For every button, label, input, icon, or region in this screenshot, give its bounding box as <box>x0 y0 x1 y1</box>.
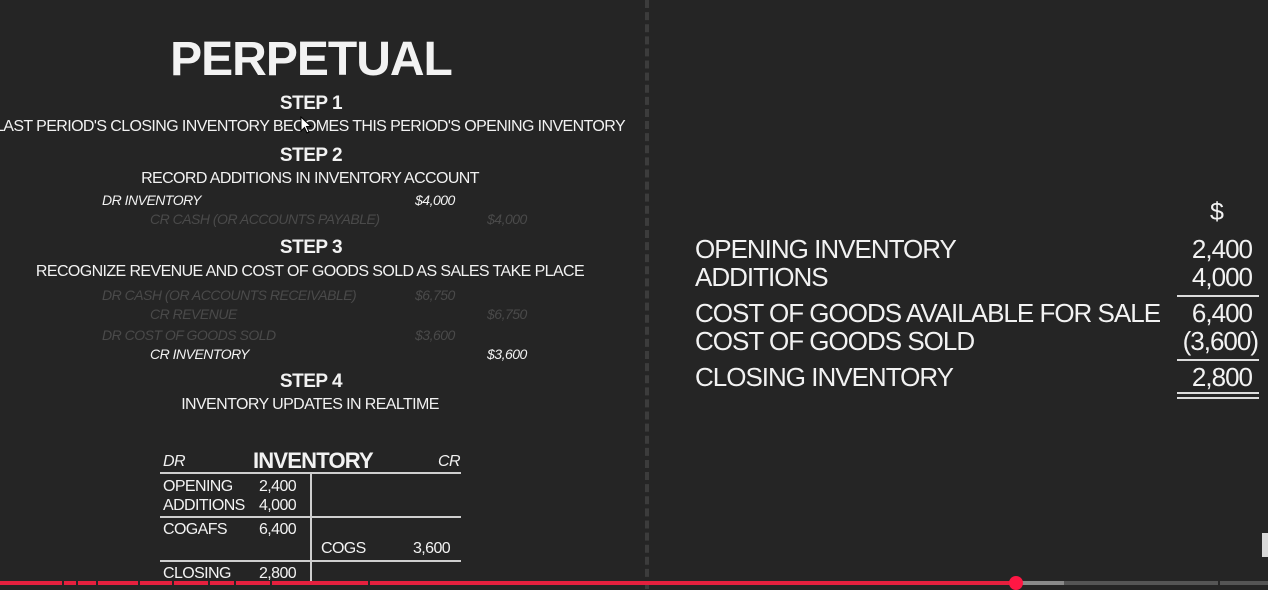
subtotal-rule <box>1177 295 1259 297</box>
t-account-dr: DR <box>163 453 186 470</box>
row-cogafs-label: COST OF GOODS AVAILABLE FOR SALE <box>695 298 1161 328</box>
t-account-opening-label: OPENING <box>163 478 233 495</box>
chapter-marker <box>96 581 98 585</box>
step3-heading: STEP 3 <box>279 237 343 258</box>
step2-heading: STEP 2 <box>279 145 343 166</box>
step1-description: LAST PERIOD'S CLOSING INVENTORY BECOMES … <box>0 118 626 135</box>
row-opening-inventory-amount: 2,400 <box>1191 234 1253 264</box>
row-closing-inventory-label: CLOSING INVENTORY <box>695 362 954 392</box>
chapter-marker <box>172 581 174 585</box>
t-account-cogafs-label: COGAFS <box>163 521 228 538</box>
step1-heading: STEP 1 <box>279 93 343 114</box>
row-closing-inventory-amount: 2,800 <box>1191 362 1253 392</box>
step2-dr-amount: $4,000 <box>415 192 455 208</box>
step2-dr-label: DR INVENTORY <box>102 192 202 208</box>
t-account-cogafs-value: 6,400 <box>259 521 297 538</box>
progress-buffered <box>1016 581 1064 585</box>
step3-description: RECOGNIZE REVENUE AND COST OF GOODS SOLD… <box>35 263 585 280</box>
t-account-cogs-value: 3,600 <box>413 540 451 557</box>
step3-entry3-label: DR COST OF GOODS SOLD <box>102 327 276 343</box>
progress-scrubber-handle[interactable] <box>1009 576 1023 590</box>
chapter-marker <box>208 581 210 585</box>
chapter-marker <box>1218 581 1220 585</box>
t-account-opening-value: 2,400 <box>259 478 297 495</box>
page-title: PERPETUAL <box>170 33 453 86</box>
t-account-cogs-label: COGS <box>321 540 366 557</box>
row-additions-label: ADDITIONS <box>695 262 829 292</box>
t-account-additions-label: ADDITIONS <box>163 497 245 514</box>
step3-entry1-amount: $6,750 <box>415 287 455 303</box>
step2-cr-label: CR CASH (OR ACCOUNTS PAYABLE) <box>150 211 380 227</box>
chapter-marker <box>368 581 370 585</box>
row-opening-inventory-label: OPENING INVENTORY <box>695 234 957 264</box>
step3-entry2-amount: $6,750 <box>487 306 527 322</box>
step3-entry2-label: CR REVENUE <box>150 306 237 322</box>
chapter-marker <box>138 581 140 585</box>
row-additions-amount: 4,000 <box>1191 262 1253 292</box>
step3-entry1-label: DR CASH (OR ACCOUNTS RECEIVABLE) <box>102 287 357 303</box>
mouse-cursor-icon <box>300 116 312 134</box>
panel-divider <box>645 0 649 589</box>
chapter-marker <box>62 581 64 585</box>
row-cogs-label: COST OF GOODS SOLD <box>695 326 975 356</box>
double-underline-top <box>1177 392 1259 394</box>
t-account-mid-rule <box>160 516 461 518</box>
row-cogafs-amount: 6,400 <box>1191 298 1253 328</box>
double-underline-bottom <box>1177 397 1259 399</box>
step4-description: INVENTORY UPDATES IN REALTIME <box>181 396 439 413</box>
t-account-additions-value: 4,000 <box>259 497 297 514</box>
step3-entry4-label: CR INVENTORY <box>150 346 250 362</box>
step3-entry3-amount: $3,600 <box>415 327 455 343</box>
t-account-center-rule <box>310 472 312 582</box>
step3-entry4-amount: $3,600 <box>487 346 527 362</box>
side-panel-tab[interactable] <box>1262 533 1268 557</box>
t-account-title: INVENTORY <box>253 448 374 473</box>
progress-played <box>0 581 1016 585</box>
total-rule <box>1177 359 1259 361</box>
row-cogs-amount: (3,600) <box>1182 326 1259 356</box>
currency-header: $ <box>1210 198 1224 226</box>
t-account-bottom-rule <box>160 560 461 562</box>
step4-heading: STEP 4 <box>279 371 343 392</box>
chapter-marker <box>234 581 236 585</box>
chapter-marker <box>270 581 272 585</box>
step2-cr-amount: $4,000 <box>487 211 527 227</box>
step2-description: RECORD ADDITIONS IN INVENTORY ACCOUNT <box>141 170 479 187</box>
t-account-cr: CR <box>438 453 461 470</box>
chapter-marker <box>76 581 78 585</box>
